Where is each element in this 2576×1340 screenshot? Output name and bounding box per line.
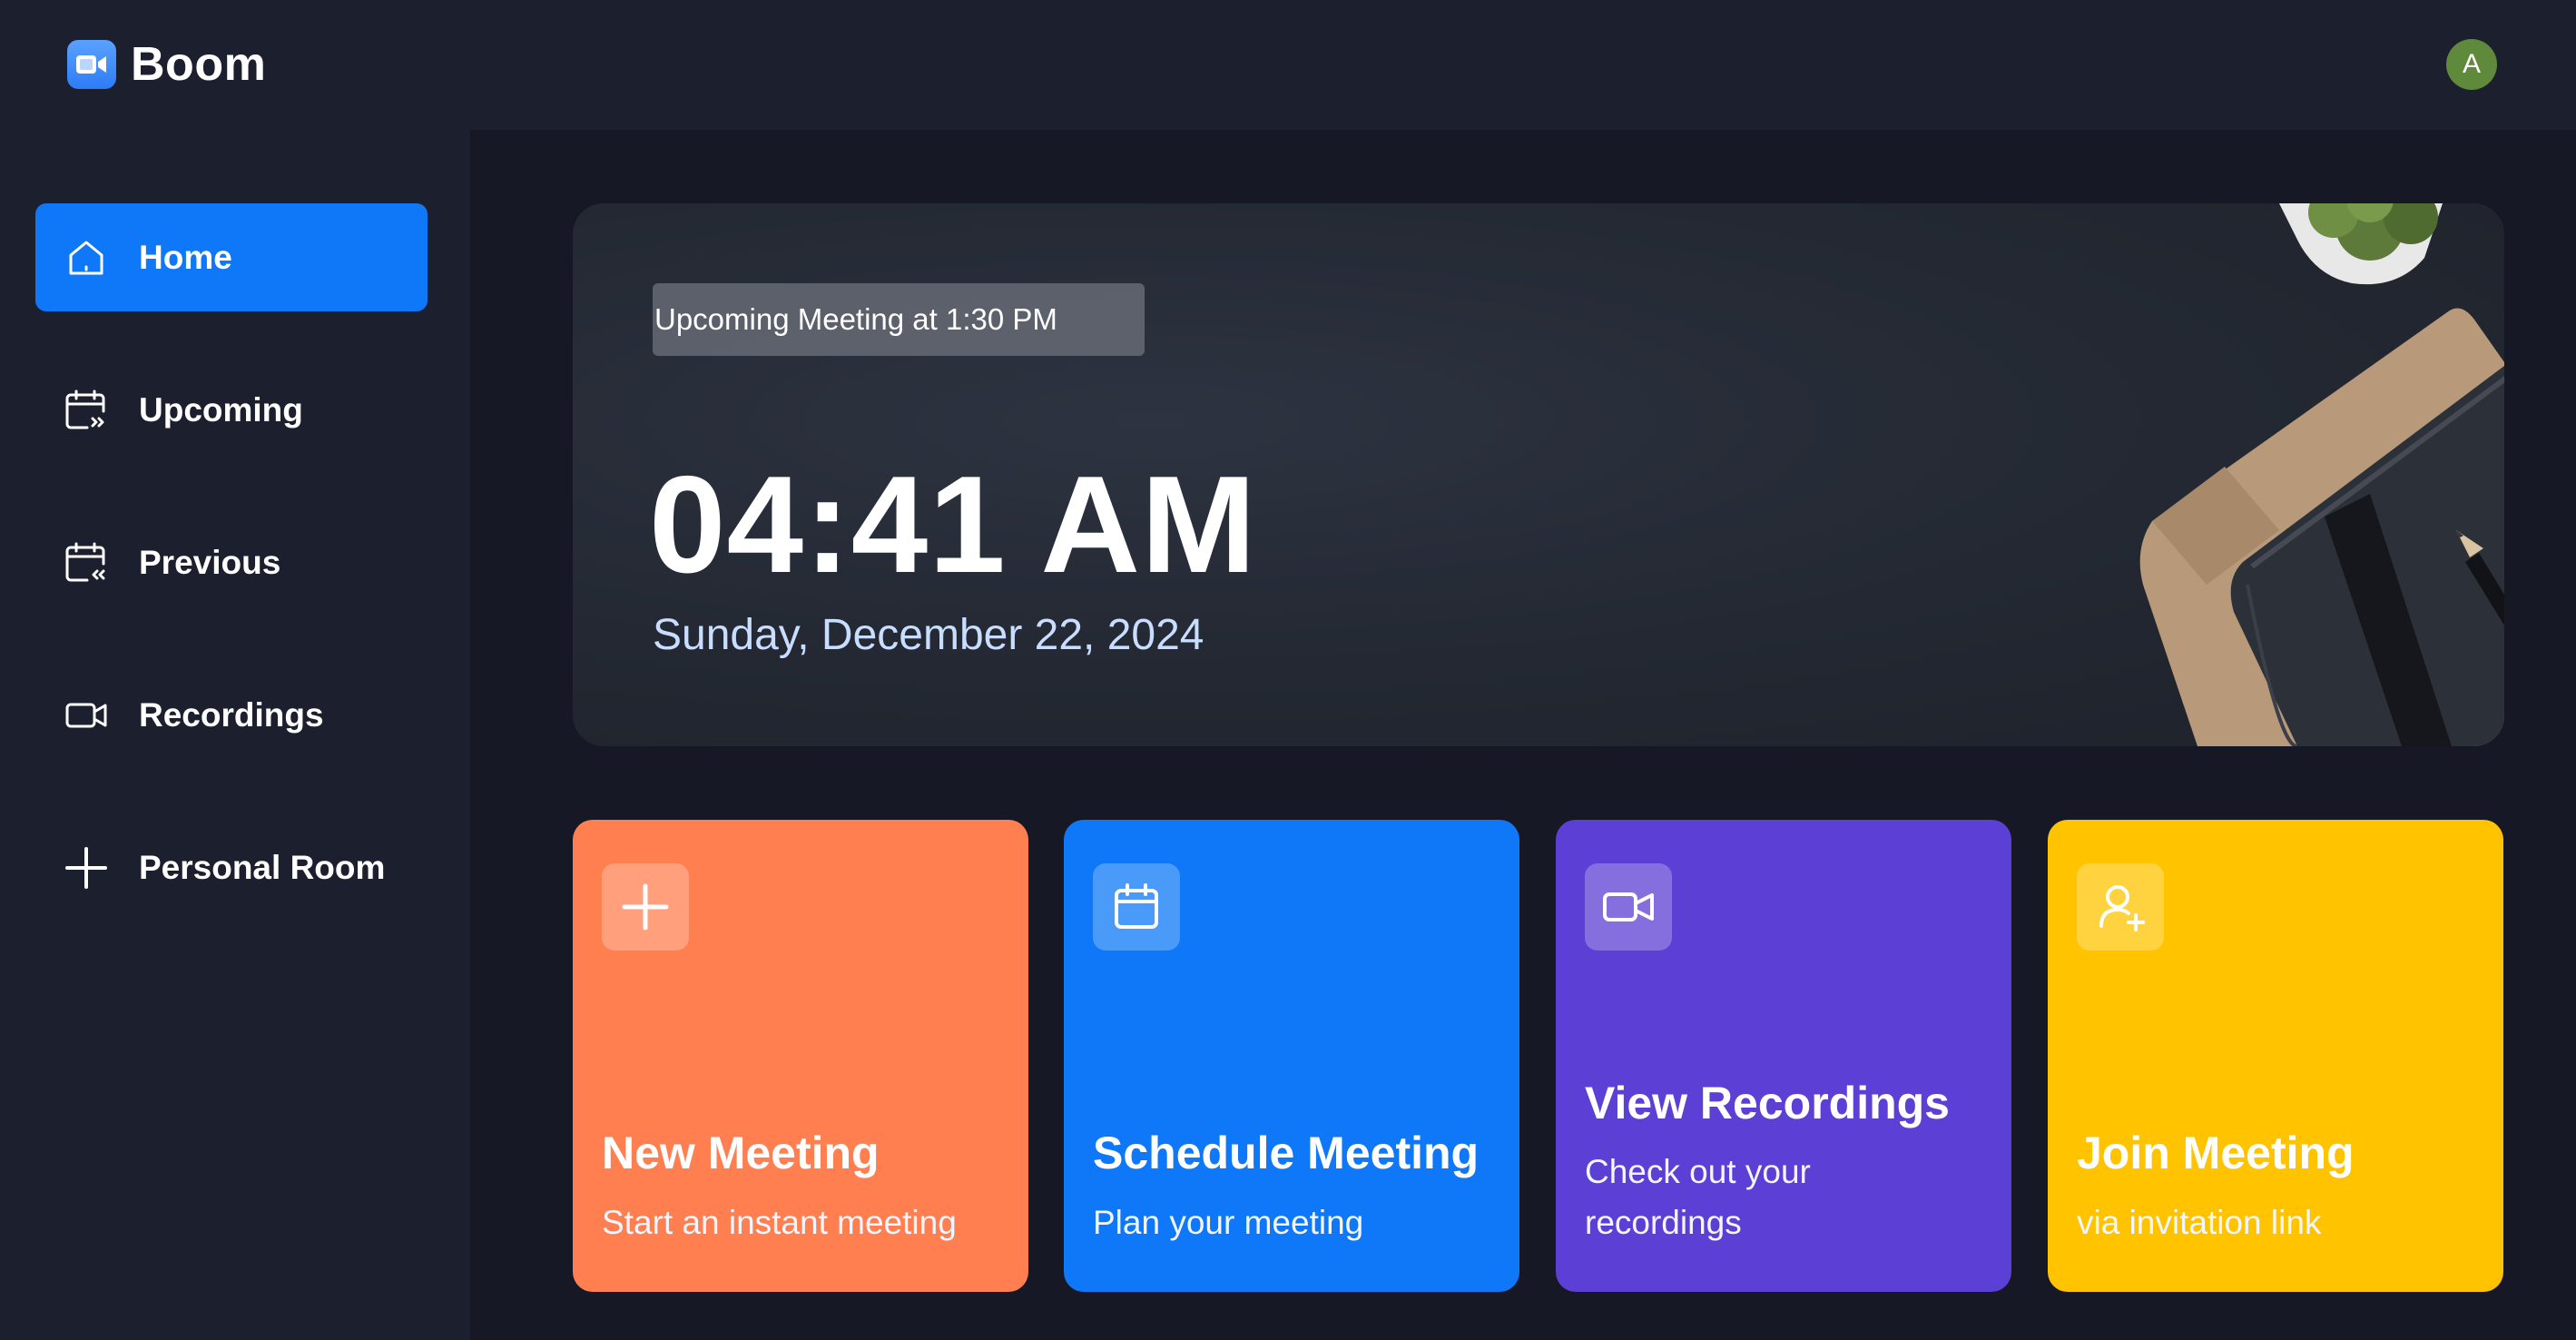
plus-icon <box>63 844 110 892</box>
card-title: View Recordings <box>1585 1078 1950 1128</box>
sidebar-item-personal-room[interactable]: Personal Room <box>35 813 428 921</box>
current-date: Sunday, December 22, 2024 <box>653 611 1204 659</box>
view-recordings-card[interactable]: View Recordings Check out your recording… <box>1556 820 2011 1292</box>
calendar-upcoming-icon <box>63 387 110 434</box>
sidebar-item-previous[interactable]: Previous <box>35 508 428 616</box>
card-title: Schedule Meeting <box>1093 1128 1480 1178</box>
sidebar-item-recordings[interactable]: Recordings <box>35 661 428 769</box>
logo-video-icon <box>67 40 116 89</box>
video-icon <box>1585 863 1672 951</box>
card-subtitle: Start an instant meeting <box>602 1204 957 1241</box>
card-title: New Meeting <box>602 1128 880 1178</box>
sidebar-item-label: Recordings <box>139 695 324 734</box>
new-meeting-card[interactable]: New Meeting Start an instant meeting <box>573 820 1028 1292</box>
sidebar-item-home[interactable]: Home <box>35 203 428 311</box>
card-title: Join Meeting <box>2077 1128 2355 1178</box>
sidebar-item-label: Personal Room <box>139 848 386 886</box>
calendar-previous-icon <box>63 539 110 586</box>
card-subtitle: via invitation link <box>2077 1204 2322 1241</box>
card-subtitle-line2: recordings <box>1585 1204 1742 1241</box>
desk-notebook-illustration <box>2139 203 2504 746</box>
upcoming-meeting-badge: Upcoming Meeting at 1:30 PM <box>653 283 1145 356</box>
app-logo[interactable]: Boom <box>67 38 266 91</box>
home-icon <box>63 234 110 281</box>
user-avatar[interactable]: A <box>2446 39 2497 90</box>
sidebar-item-label: Previous <box>139 543 281 581</box>
hero-banner: Upcoming Meeting at 1:30 PM 04:41 AM Sun… <box>573 203 2504 746</box>
sidebar-item-label: Upcoming <box>139 390 303 429</box>
current-time: 04:41 AM <box>649 448 1257 602</box>
calendar-icon <box>1093 863 1180 951</box>
card-subtitle-line1: Check out your <box>1585 1153 1811 1190</box>
app-name: Boom <box>131 38 267 91</box>
schedule-meeting-card[interactable]: Schedule Meeting Plan your meeting <box>1064 820 1519 1292</box>
video-icon <box>63 692 110 739</box>
top-bar: Boom A <box>0 0 2576 130</box>
plus-icon <box>602 863 689 951</box>
card-subtitle: Plan your meeting <box>1093 1204 1364 1241</box>
sidebar: Home Upcoming Previous Recordings Person… <box>0 130 470 1340</box>
join-meeting-card[interactable]: Join Meeting via invitation link <box>2048 820 2503 1292</box>
sidebar-item-upcoming[interactable]: Upcoming <box>35 356 428 464</box>
sidebar-item-label: Home <box>139 238 232 276</box>
user-plus-icon <box>2077 863 2164 951</box>
